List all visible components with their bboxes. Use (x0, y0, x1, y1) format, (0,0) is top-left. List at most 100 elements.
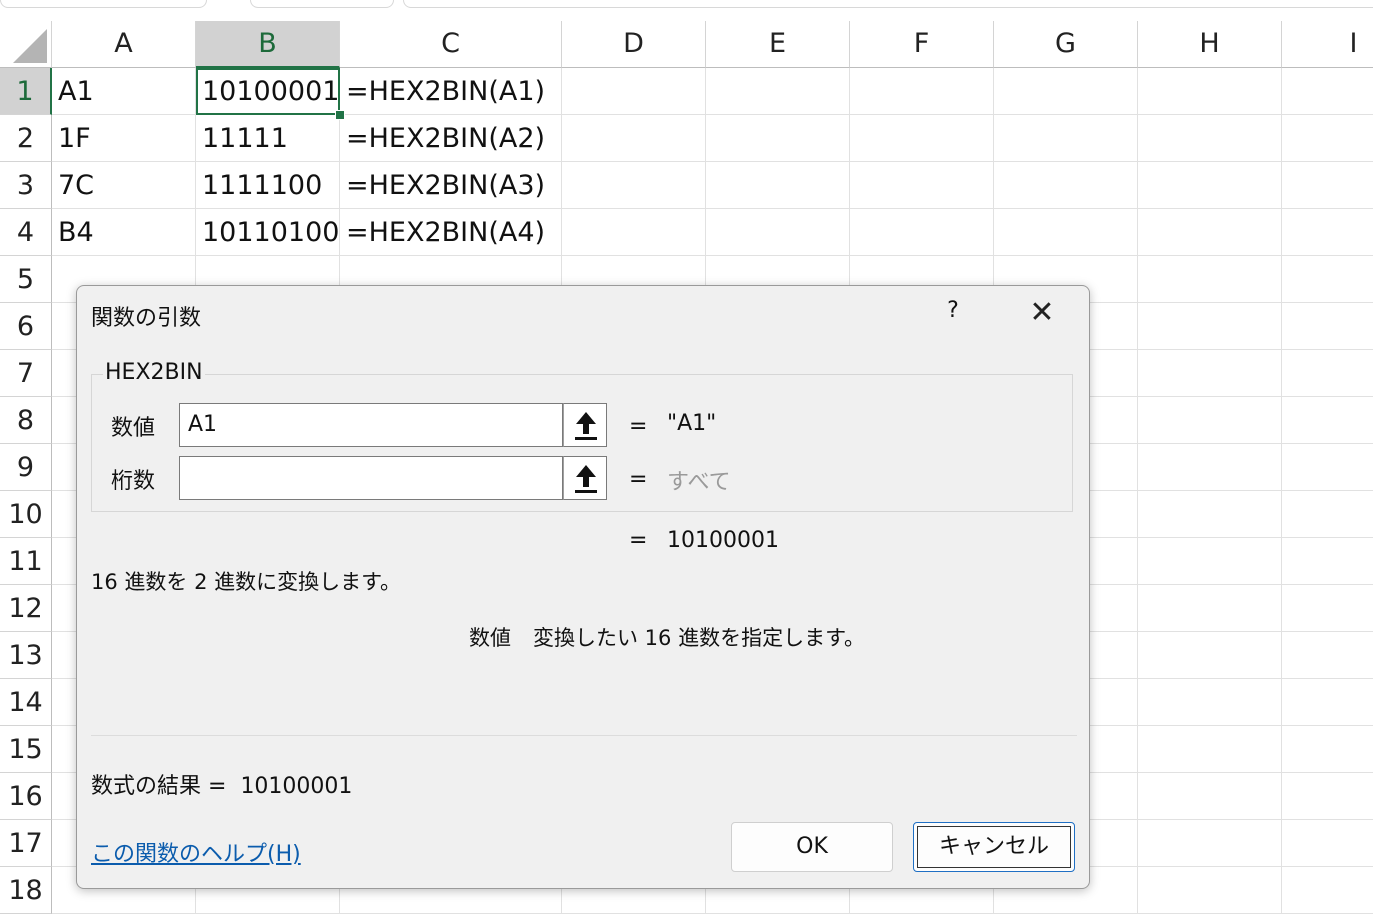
cell-a3[interactable]: 7C (52, 162, 196, 209)
column-header-g[interactable]: G (994, 21, 1138, 68)
cell-h15[interactable] (1138, 726, 1282, 773)
cell-h16[interactable] (1138, 773, 1282, 820)
cell-g3[interactable] (994, 162, 1138, 209)
cell-e4[interactable] (706, 209, 850, 256)
row-header-3[interactable]: 3 (0, 162, 52, 209)
column-header-h[interactable]: H (1138, 21, 1282, 68)
select-all-button[interactable] (0, 21, 52, 68)
cell-h18[interactable] (1138, 867, 1282, 914)
cell-i7[interactable] (1282, 350, 1373, 397)
row-header-9[interactable]: 9 (0, 444, 52, 491)
row-header-1[interactable]: 1 (0, 68, 52, 115)
cell-h6[interactable] (1138, 303, 1282, 350)
cell-i1[interactable] (1282, 68, 1373, 115)
cell-h17[interactable] (1138, 820, 1282, 867)
row-header-13[interactable]: 13 (0, 632, 52, 679)
toolbar-tab[interactable] (0, 0, 207, 8)
cell-g1[interactable] (994, 68, 1138, 115)
cell-g2[interactable] (994, 115, 1138, 162)
row-header-11[interactable]: 11 (0, 538, 52, 585)
cell-h2[interactable] (1138, 115, 1282, 162)
collapse-dialog-button[interactable] (563, 456, 607, 500)
cell-a1[interactable]: A1 (52, 68, 196, 115)
cell-h14[interactable] (1138, 679, 1282, 726)
cell-f1[interactable] (850, 68, 994, 115)
cell-i5[interactable] (1282, 256, 1373, 303)
cell-i10[interactable] (1282, 491, 1373, 538)
cell-i2[interactable] (1282, 115, 1373, 162)
fill-handle[interactable] (335, 110, 345, 120)
toolbar-tab[interactable] (250, 0, 394, 8)
cell-a4[interactable]: B4 (52, 209, 196, 256)
row-header-15[interactable]: 15 (0, 726, 52, 773)
cell-e2[interactable] (706, 115, 850, 162)
cell-b4[interactable]: 10110100 (196, 209, 340, 256)
column-header-c[interactable]: C (340, 21, 562, 68)
row-header-8[interactable]: 8 (0, 397, 52, 444)
row-header-2[interactable]: 2 (0, 115, 52, 162)
cell-g4[interactable] (994, 209, 1138, 256)
column-header-a[interactable]: A (52, 21, 196, 68)
cell-h11[interactable] (1138, 538, 1282, 585)
row-header-5[interactable]: 5 (0, 256, 52, 303)
collapse-dialog-button[interactable] (563, 403, 607, 447)
cell-i8[interactable] (1282, 397, 1373, 444)
places-input[interactable] (179, 456, 563, 500)
row-header-4[interactable]: 4 (0, 209, 52, 256)
column-header-d[interactable]: D (562, 21, 706, 68)
cell-i6[interactable] (1282, 303, 1373, 350)
row-header-10[interactable]: 10 (0, 491, 52, 538)
column-header-i[interactable]: I (1282, 21, 1373, 68)
cell-i12[interactable] (1282, 585, 1373, 632)
row-header-16[interactable]: 16 (0, 773, 52, 820)
cell-i14[interactable] (1282, 679, 1373, 726)
column-header-f[interactable]: F (850, 21, 994, 68)
cell-i15[interactable] (1282, 726, 1373, 773)
cell-c4[interactable]: =HEX2BIN(A4) (340, 209, 562, 256)
cell-b2[interactable]: 11111 (196, 115, 340, 162)
cell-e3[interactable] (706, 162, 850, 209)
cell-c2[interactable]: =HEX2BIN(A2) (340, 115, 562, 162)
cell-h10[interactable] (1138, 491, 1282, 538)
ok-button[interactable]: OK (731, 822, 893, 872)
cell-d3[interactable] (562, 162, 706, 209)
cell-h12[interactable] (1138, 585, 1282, 632)
cell-h3[interactable] (1138, 162, 1282, 209)
cell-h1[interactable] (1138, 68, 1282, 115)
row-header-18[interactable]: 18 (0, 867, 52, 914)
cell-a2[interactable]: 1F (52, 115, 196, 162)
cell-b1[interactable]: 10100001 (196, 68, 340, 115)
cell-e1[interactable] (706, 68, 850, 115)
cell-i9[interactable] (1282, 444, 1373, 491)
help-button[interactable]: ? (941, 298, 965, 323)
cancel-button[interactable]: キャンセル (913, 822, 1075, 872)
cell-i16[interactable] (1282, 773, 1373, 820)
cell-b3[interactable]: 1111100 (196, 162, 340, 209)
cell-f4[interactable] (850, 209, 994, 256)
cell-h8[interactable] (1138, 397, 1282, 444)
cell-d2[interactable] (562, 115, 706, 162)
close-icon[interactable]: ✕ (1025, 296, 1059, 330)
cell-c1[interactable]: =HEX2BIN(A1) (340, 68, 562, 115)
column-header-b[interactable]: B (196, 21, 340, 68)
row-header-14[interactable]: 14 (0, 679, 52, 726)
cell-i4[interactable] (1282, 209, 1373, 256)
cell-f2[interactable] (850, 115, 994, 162)
cell-h7[interactable] (1138, 350, 1282, 397)
cell-i13[interactable] (1282, 632, 1373, 679)
cell-c3[interactable]: =HEX2BIN(A3) (340, 162, 562, 209)
function-help-link[interactable]: この関数のヘルプ(H) (91, 836, 301, 868)
row-header-17[interactable]: 17 (0, 820, 52, 867)
cell-h13[interactable] (1138, 632, 1282, 679)
cell-i18[interactable] (1282, 867, 1373, 914)
cell-i17[interactable] (1282, 820, 1373, 867)
cell-h9[interactable] (1138, 444, 1282, 491)
cell-d4[interactable] (562, 209, 706, 256)
row-header-7[interactable]: 7 (0, 350, 52, 397)
cell-h4[interactable] (1138, 209, 1282, 256)
row-header-12[interactable]: 12 (0, 585, 52, 632)
toolbar-tab[interactable] (403, 0, 1373, 8)
cell-i3[interactable] (1282, 162, 1373, 209)
number-input[interactable]: A1 (179, 403, 563, 447)
row-header-6[interactable]: 6 (0, 303, 52, 350)
